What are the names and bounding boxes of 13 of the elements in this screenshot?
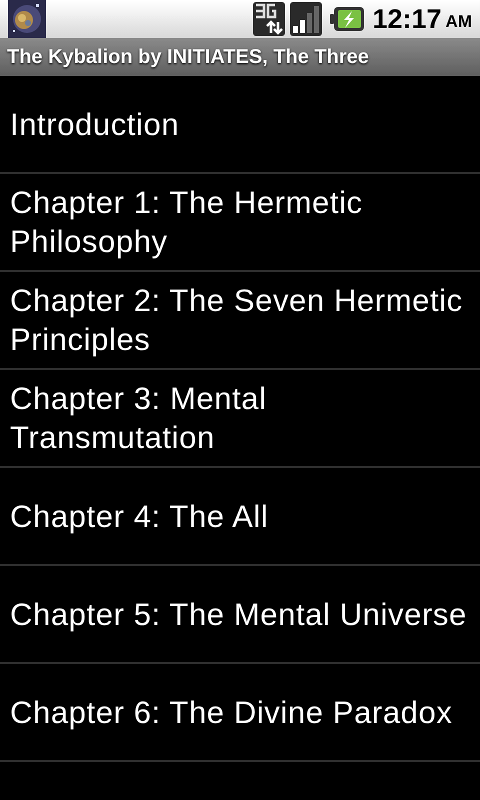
chapter-item[interactable]: Chapter 2: The Seven Hermetic Principles [10, 281, 478, 359]
chapter-item[interactable]: Chapter 6: The Divine Paradox [10, 692, 452, 732]
mobile-data-icon [253, 2, 286, 36]
chapter-item[interactable]: Introduction [10, 104, 180, 144]
chapter-item[interactable]: Chapter 3: Mental Transmutation [10, 379, 478, 457]
battery-charging-icon [330, 7, 364, 31]
chapter-item[interactable]: Chapter 4: The All [10, 496, 268, 536]
chapter-item[interactable]: Chapter 5: The Mental Universe [10, 594, 467, 634]
chapter-item[interactable]: Chapter 1: The Hermetic Philosophy [10, 183, 478, 261]
clock-meridiem: AM [446, 13, 472, 30]
signal-icon [290, 2, 322, 36]
clock-time: 12:17 [372, 6, 442, 32]
app-title: The Kybalion by INITIATES, The Three [7, 45, 369, 70]
